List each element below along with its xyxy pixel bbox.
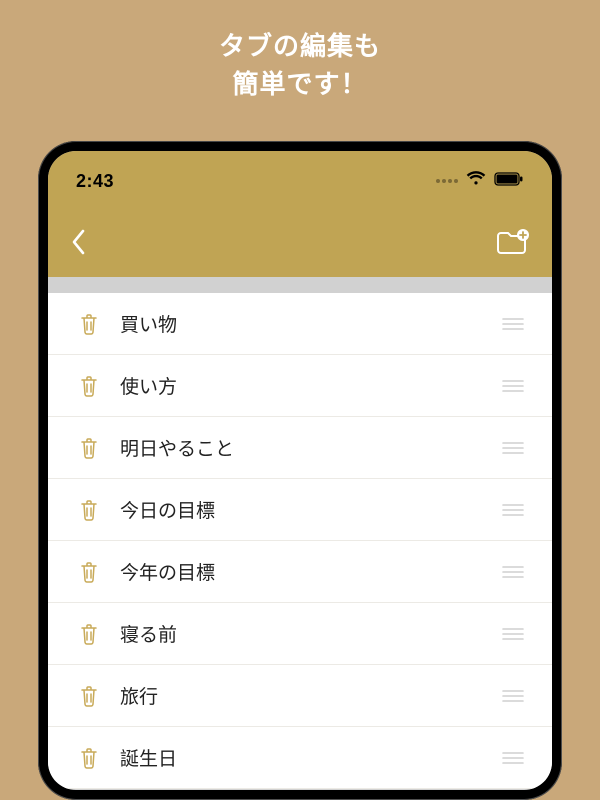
back-button[interactable]	[70, 228, 86, 261]
list-item[interactable]: 今年の目標	[48, 541, 552, 603]
trash-icon	[79, 747, 99, 769]
drag-handle-icon	[502, 503, 524, 517]
list-item[interactable]: 寝る前	[48, 603, 552, 665]
delete-button[interactable]	[68, 499, 110, 521]
drag-handle[interactable]	[498, 565, 528, 579]
promo-text: タブの編集も 簡単です！	[0, 0, 600, 141]
drag-handle[interactable]	[498, 379, 528, 393]
drag-handle-icon	[502, 565, 524, 579]
tab-label: 今日の目標	[110, 496, 498, 523]
delete-button[interactable]	[68, 313, 110, 335]
battery-icon	[494, 172, 524, 191]
delete-button[interactable]	[68, 561, 110, 583]
delete-button[interactable]	[68, 747, 110, 769]
tab-label: 旅行	[110, 682, 498, 709]
drag-handle-icon	[502, 441, 524, 455]
drag-handle[interactable]	[498, 627, 528, 641]
device-screen: 2:43	[48, 151, 552, 790]
trash-icon	[79, 499, 99, 521]
drag-handle[interactable]	[498, 689, 528, 703]
drag-handle[interactable]	[498, 751, 528, 765]
tab-label: 買い物	[110, 310, 498, 337]
delete-button[interactable]	[68, 375, 110, 397]
wifi-icon	[466, 171, 486, 191]
drag-handle-icon	[502, 751, 524, 765]
status-time: 2:43	[76, 171, 114, 192]
status-indicators	[436, 171, 524, 191]
list-item[interactable]: 今日の目標	[48, 479, 552, 541]
chevron-left-icon	[70, 228, 86, 256]
add-folder-button[interactable]	[496, 228, 530, 261]
drag-handle[interactable]	[498, 317, 528, 331]
tab-label: 使い方	[110, 372, 498, 399]
cellular-icon	[436, 179, 458, 183]
nav-bar	[48, 211, 552, 277]
delete-button[interactable]	[68, 685, 110, 707]
drag-handle[interactable]	[498, 441, 528, 455]
tab-label: 誕生日	[110, 744, 498, 771]
add-folder-icon	[496, 228, 530, 256]
device-frame: 2:43	[38, 141, 562, 800]
trash-icon	[79, 685, 99, 707]
tab-list: 買い物 使い方 明日やること	[48, 293, 552, 789]
delete-button[interactable]	[68, 623, 110, 645]
drag-handle-icon	[502, 689, 524, 703]
promo-line-2: 簡単です！	[0, 66, 600, 104]
list-item[interactable]: 買い物	[48, 293, 552, 355]
trash-icon	[79, 437, 99, 459]
list-item[interactable]: 誕生日	[48, 727, 552, 789]
list-gap	[48, 277, 552, 293]
list-item[interactable]: 使い方	[48, 355, 552, 417]
delete-button[interactable]	[68, 437, 110, 459]
tab-label: 明日やること	[110, 434, 498, 461]
trash-icon	[79, 313, 99, 335]
drag-handle-icon	[502, 627, 524, 641]
tab-label: 今年の目標	[110, 558, 498, 585]
tab-label: 寝る前	[110, 620, 498, 647]
trash-icon	[79, 561, 99, 583]
drag-handle-icon	[502, 379, 524, 393]
list-item[interactable]: 旅行	[48, 665, 552, 727]
drag-handle-icon	[502, 317, 524, 331]
status-bar: 2:43	[48, 151, 552, 211]
trash-icon	[79, 375, 99, 397]
list-item[interactable]: 明日やること	[48, 417, 552, 479]
trash-icon	[79, 623, 99, 645]
promo-line-1: タブの編集も	[0, 28, 600, 66]
drag-handle[interactable]	[498, 503, 528, 517]
